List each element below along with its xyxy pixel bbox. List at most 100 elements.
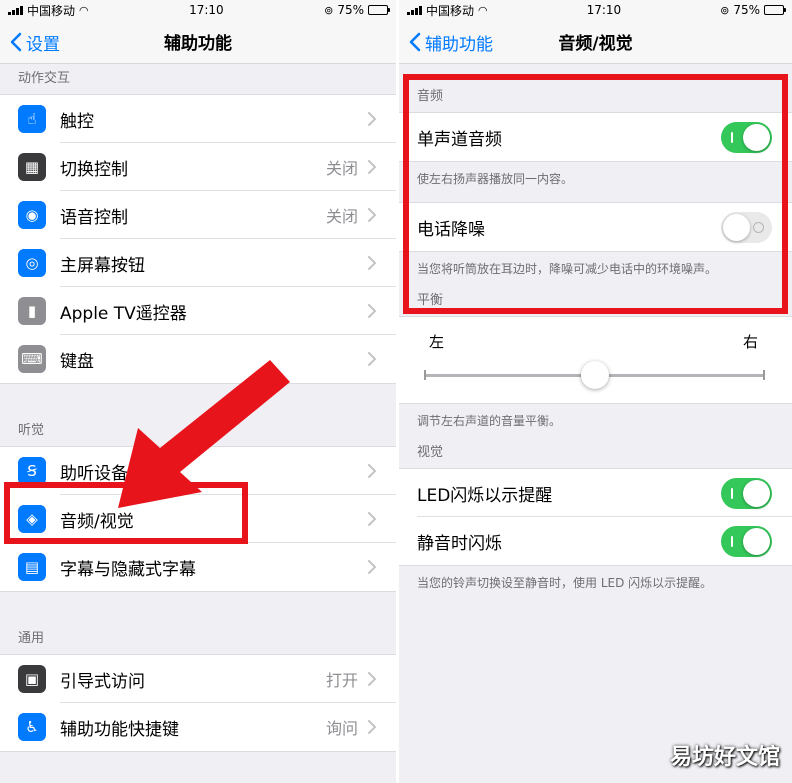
silent-flash-row: 静音时闪烁 bbox=[399, 517, 792, 565]
carrier-label: 中国移动 bbox=[426, 3, 475, 18]
silent-flash-toggle[interactable] bbox=[721, 525, 772, 557]
toggle-on-mark bbox=[731, 131, 733, 143]
noise-cancel-label: 电话降噪 bbox=[417, 219, 485, 240]
settings-row[interactable]: ▤ 字幕与隐藏式字幕 bbox=[0, 543, 396, 591]
chevron-right-icon bbox=[368, 512, 376, 526]
page-title: 辅助功能 bbox=[164, 34, 232, 54]
visual-group: LED闪烁以示提醒 静音时闪烁 bbox=[399, 468, 792, 566]
toggle-knob bbox=[743, 123, 770, 151]
settings-row-value: 关闭 bbox=[325, 159, 358, 178]
page-title: 音频/视觉 bbox=[558, 34, 633, 54]
settings-row[interactable]: ▮ Apple TV遥控器 bbox=[0, 287, 396, 335]
battery-percent: 75% bbox=[337, 3, 364, 17]
noise-cancel-note: 当您将听筒放在耳边时，降噪可减少电话中的环境噪声。 bbox=[417, 262, 718, 276]
hand-touch-icon: ☝ bbox=[18, 105, 46, 133]
noise-cancel-toggle[interactable] bbox=[721, 211, 772, 243]
visual-section-header: 视觉 bbox=[417, 445, 444, 460]
toggle-knob bbox=[743, 479, 770, 507]
settings-row-label: 引导式访问 bbox=[60, 671, 145, 692]
visual-note: 当您的铃声切换设至静音时，使用 LED 闪烁以示提醒。 bbox=[417, 576, 713, 590]
noise-cancel-row: 电话降噪 bbox=[399, 203, 792, 251]
chevron-right-icon bbox=[368, 208, 376, 222]
toggle-off-mark bbox=[753, 221, 764, 233]
settings-row[interactable]: ▦ 切换控制 关闭 bbox=[0, 143, 396, 191]
settings-row-label: 切换控制 bbox=[60, 159, 128, 180]
settings-group: ▣ 引导式访问 打开 ♿ 辅助功能快捷键 询问 bbox=[0, 654, 396, 752]
nav-bar: 辅助功能 音频/视觉 bbox=[399, 20, 792, 64]
chevron-right-icon bbox=[368, 304, 376, 318]
rotation-lock-icon: ⊚ bbox=[720, 3, 730, 17]
balance-right-label: 右 bbox=[742, 333, 758, 351]
settings-row-label: Apple TV遥控器 bbox=[60, 303, 187, 324]
balance-note: 调节左右声道的音量平衡。 bbox=[417, 414, 562, 428]
mono-audio-note: 使左右扬声器播放同一内容。 bbox=[417, 172, 574, 186]
chevron-left-icon bbox=[409, 32, 421, 52]
settings-row[interactable]: ◎ 主屏幕按钮 bbox=[0, 239, 396, 287]
battery-icon bbox=[367, 5, 390, 15]
signal-icon bbox=[8, 5, 23, 15]
audio-section-header: 音频 bbox=[417, 89, 444, 104]
lock-icon: ▣ bbox=[18, 665, 46, 693]
settings-row[interactable]: ☝ 触控 bbox=[0, 95, 396, 143]
toggle-knob bbox=[723, 213, 750, 241]
balance-left-label: 左 bbox=[429, 333, 445, 351]
settings-row[interactable]: ♿ 辅助功能快捷键 询问 bbox=[0, 703, 396, 751]
wifi-icon: ◠ bbox=[478, 3, 488, 17]
back-button[interactable]: 设置 bbox=[10, 20, 60, 64]
mono-audio-row: 单声道音频 bbox=[399, 113, 792, 161]
mono-audio-group: 单声道音频 bbox=[399, 112, 792, 162]
chevron-right-icon bbox=[368, 560, 376, 574]
grid-switch-icon: ▦ bbox=[18, 153, 46, 181]
balance-right-tick bbox=[763, 370, 765, 380]
home-button-icon: ◎ bbox=[18, 249, 46, 277]
settings-row[interactable]: ▣ 引导式访问 打开 bbox=[0, 655, 396, 703]
ear-icon: Ꞩ bbox=[18, 457, 46, 485]
settings-row-label: 触控 bbox=[60, 111, 94, 132]
nav-bar: 设置 辅助功能 bbox=[0, 20, 396, 64]
noise-cancel-group: 电话降噪 bbox=[399, 202, 792, 252]
mono-audio-toggle[interactable] bbox=[721, 121, 772, 153]
settings-row-label: 音频/视觉 bbox=[60, 511, 134, 532]
settings-row-label: 主屏幕按钮 bbox=[60, 255, 145, 276]
chevron-right-icon bbox=[368, 112, 376, 126]
led-flash-label: LED闪烁以示提醒 bbox=[417, 485, 553, 506]
led-flash-toggle[interactable] bbox=[721, 477, 772, 509]
chevron-right-icon bbox=[368, 464, 376, 478]
status-bar: 中国移动 ◠ 17:10 ⊚ 75% bbox=[0, 0, 396, 20]
clock: 17:10 bbox=[586, 3, 622, 17]
chevron-right-icon bbox=[368, 160, 376, 174]
settings-row-value: 询问 bbox=[325, 719, 358, 738]
chevron-right-icon bbox=[368, 672, 376, 686]
audio-visual-icon: ◈ bbox=[18, 505, 46, 533]
balance-slider-group: 左 右 bbox=[399, 316, 792, 404]
balance-slider-thumb[interactable] bbox=[580, 361, 609, 389]
settings-row-value: 关闭 bbox=[325, 207, 358, 226]
keyboard-icon: ⌨ bbox=[18, 345, 46, 373]
accessibility-icon: ♿ bbox=[18, 713, 46, 741]
mono-audio-label: 单声道音频 bbox=[417, 129, 502, 150]
clock: 17:10 bbox=[189, 3, 224, 17]
voice-control-icon: ◉ bbox=[18, 201, 46, 229]
back-label: 设置 bbox=[26, 34, 60, 55]
chevron-right-icon bbox=[368, 352, 376, 366]
chevron-left-icon bbox=[10, 32, 22, 52]
settings-row-value: 打开 bbox=[325, 671, 358, 690]
battery-icon bbox=[763, 5, 786, 15]
back-button[interactable]: 辅助功能 bbox=[409, 20, 493, 64]
section-header: 通用 bbox=[18, 631, 45, 646]
toggle-on-mark bbox=[731, 487, 733, 499]
settings-group: ☝ 触控 ▦ 切换控制 关闭 ◉ 语音控制 关闭 ◎ 主屏幕按钮 ▮ Apple TV遥控器 ⌨ 键盘 bbox=[0, 94, 396, 384]
silent-flash-label: 静音时闪烁 bbox=[417, 533, 502, 554]
battery-percent: 75% bbox=[733, 3, 760, 17]
back-label: 辅助功能 bbox=[425, 34, 493, 55]
settings-row-label: 辅助功能快捷键 bbox=[60, 719, 179, 740]
toggle-knob bbox=[743, 527, 770, 555]
wifi-icon: ◠ bbox=[79, 3, 89, 17]
watermark: 易坊好文馆 bbox=[669, 745, 780, 770]
toggle-on-mark bbox=[731, 535, 733, 547]
settings-row-label: 语音控制 bbox=[60, 207, 128, 228]
settings-row-label: 字幕与隐藏式字幕 bbox=[60, 559, 196, 580]
remote-icon: ▮ bbox=[18, 297, 46, 325]
settings-row[interactable]: ◉ 语音控制 关闭 bbox=[0, 191, 396, 239]
rotation-lock-icon: ⊚ bbox=[324, 3, 334, 17]
